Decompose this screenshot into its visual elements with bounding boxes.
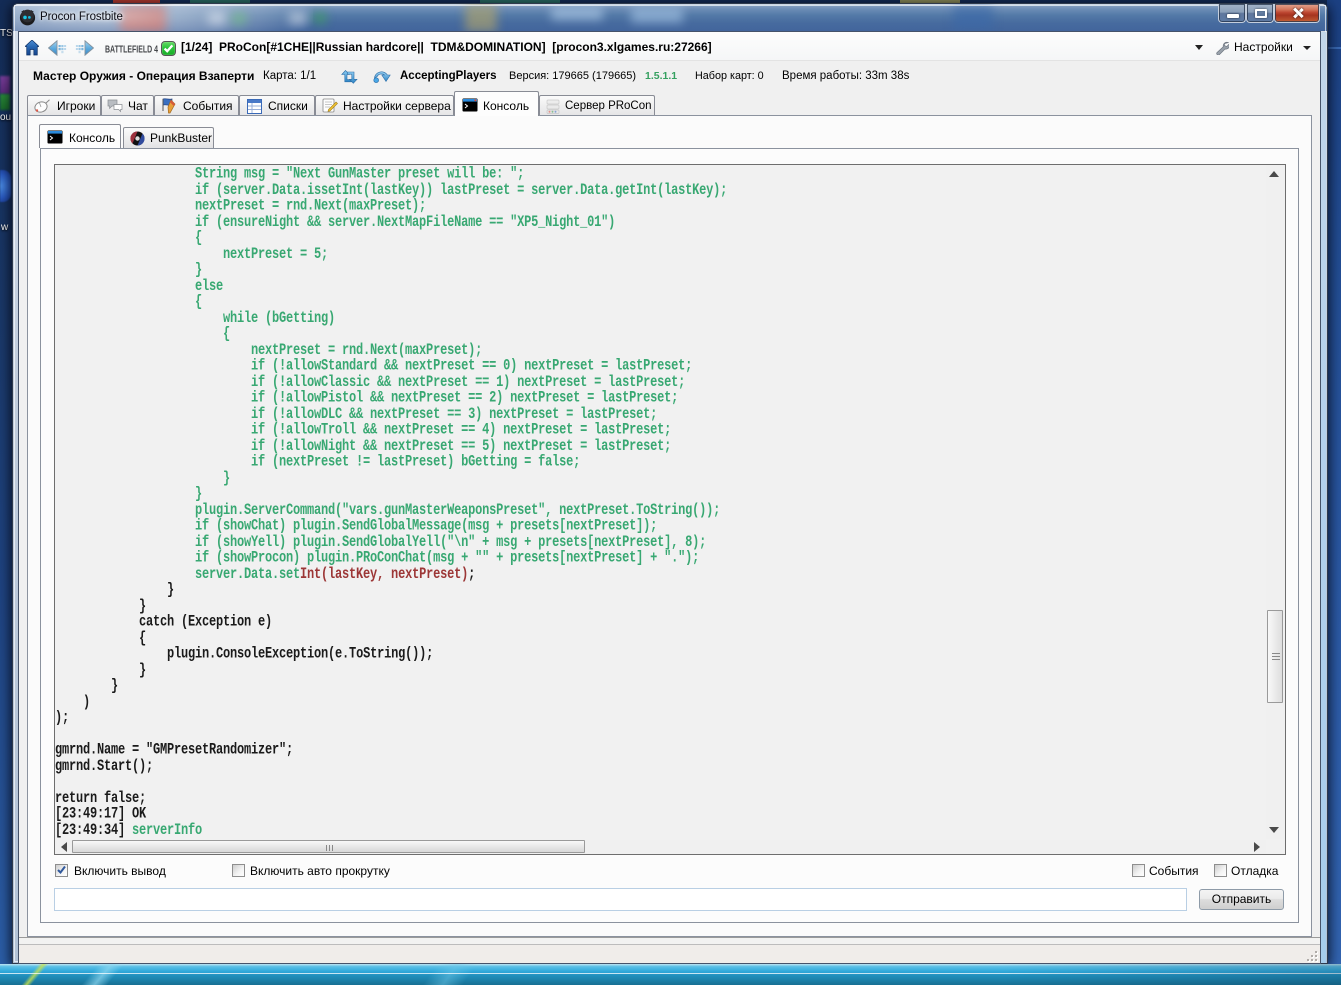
svg-text:BATTLEFIELD 4: BATTLEFIELD 4 bbox=[105, 44, 158, 55]
